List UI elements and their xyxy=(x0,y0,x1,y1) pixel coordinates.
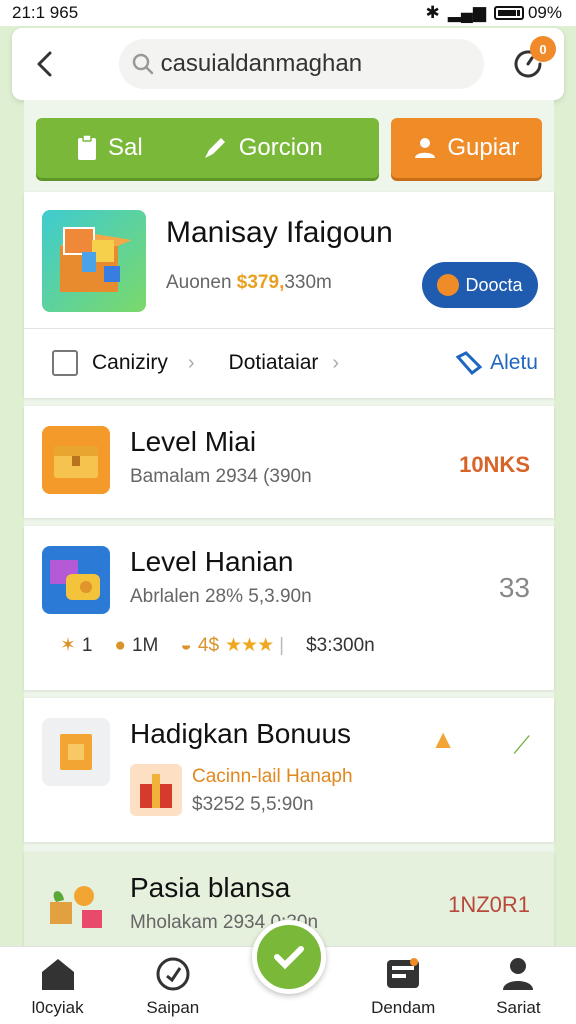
breadcrumb: Caniziry › Dotiataiar › Aletu xyxy=(52,338,538,388)
select-checkbox[interactable] xyxy=(52,350,78,376)
list-item-value: 1NZ0R1 xyxy=(448,892,530,917)
plants-gifts-icon xyxy=(42,872,110,940)
nav-home[interactable]: l0cyiak xyxy=(0,947,115,1024)
tag-icon xyxy=(456,351,483,375)
stat-stars: ✶ 1 xyxy=(60,634,93,657)
search-header: casuialdanmaghan 0 xyxy=(12,28,564,100)
battery-percent: 09% xyxy=(527,3,562,22)
alert-link[interactable]: Aletu xyxy=(456,351,538,375)
status-icons: ✱ ▂▄▆ 09% xyxy=(426,3,562,23)
feature-title: Manisay Ifaigoun xyxy=(166,216,393,249)
back-button[interactable] xyxy=(26,44,65,84)
chevron-right-icon: › xyxy=(187,351,195,374)
gift-icon xyxy=(130,764,182,816)
crumb-second[interactable]: Dotiataiar xyxy=(229,351,319,375)
main-content: Sal Gorcion Gupiar Manisay Ifaigoun Auon… xyxy=(24,100,554,946)
list-item-title: Level Hanian xyxy=(130,546,294,577)
game-box-icon xyxy=(42,210,146,312)
status-time: 21:1 965 xyxy=(12,3,79,22)
treasure-chest-icon xyxy=(42,426,110,494)
sal-cercion-button[interactable]: Sal Gorcion xyxy=(36,118,379,178)
pencil-icon xyxy=(204,138,225,158)
coin-icon xyxy=(437,274,460,296)
bonus-subtitle: Cacinn-lail Hanaph xyxy=(192,766,353,787)
search-input[interactable]: casuialdanmaghan xyxy=(118,39,484,89)
thumbs-up-icon[interactable]: ▲ xyxy=(430,724,456,755)
search-icon xyxy=(132,53,153,75)
list-item-title: Level Miai xyxy=(130,426,257,457)
sparkle-icon: ✶ xyxy=(60,635,76,656)
box-icon xyxy=(42,718,110,786)
refresh-button[interactable]: 0 xyxy=(506,36,556,86)
profile-icon xyxy=(503,958,534,990)
status-bar: 21:1 965 ✱ ▂▄▆ 09% xyxy=(0,0,576,26)
list-item-value: 33 xyxy=(498,572,530,603)
crumb-first[interactable]: Caniziry xyxy=(92,351,168,375)
feature-card[interactable]: Manisay Ifaigoun Auonen $379,330m Doocta… xyxy=(24,192,554,398)
burger-icon: ◒ xyxy=(180,634,192,656)
balloon-icon: ● xyxy=(114,634,126,656)
chevron-right-icon: › xyxy=(332,351,340,374)
check-icon xyxy=(274,946,304,970)
battery-icon xyxy=(493,6,524,20)
nav-dendam[interactable]: Dendam xyxy=(346,947,461,1024)
center-action-button[interactable] xyxy=(252,920,326,994)
clipboard-icon xyxy=(78,134,96,160)
cupiar-label: Gupiar xyxy=(447,134,520,161)
stats-row: ✶ 1 ● 1M ◒ 4$ ★★★ | $3:300n xyxy=(60,634,534,657)
compass-icon xyxy=(156,957,190,991)
cercion-label: Gorcion xyxy=(238,134,323,161)
user-icon xyxy=(415,138,436,158)
search-query: casuialdanmaghan xyxy=(160,50,363,77)
bonus-amount: $3252 5,5:90n xyxy=(192,794,314,815)
feature-subtitle: Auonen $379,330m xyxy=(166,272,332,293)
list-item-title: Pasia blansa xyxy=(130,872,291,903)
sprout-icon[interactable]: ⟋ xyxy=(513,732,530,760)
notification-badge: 0 xyxy=(530,36,556,62)
divider xyxy=(24,328,554,329)
nav-profile[interactable]: Sariat xyxy=(461,947,576,1024)
bonus-title: Hadigkan Bonuus xyxy=(130,718,352,749)
stat-rating: ◒ 4$ ★★★ | xyxy=(180,634,285,657)
cupiar-button[interactable]: Gupiar xyxy=(390,118,542,178)
action-row: Sal Gorcion Gupiar xyxy=(36,118,542,178)
list-item[interactable]: Level Hanian Abrlalen 28% 5,3.90n 33 ✶ 1… xyxy=(24,526,554,690)
stat-value: $3:300n xyxy=(306,634,375,656)
list-item-subtitle: Abrlalen 28% 5,3.90n xyxy=(130,586,312,607)
bluetooth-icon: ✱ xyxy=(425,3,440,22)
home-icon xyxy=(41,959,74,990)
list-item-value: 10NKS xyxy=(459,452,530,477)
list-item-subtitle: Bamalam 2934 (390n xyxy=(130,466,312,487)
signal-icon: ▂▄▆ xyxy=(447,3,486,22)
gift-pile-icon xyxy=(42,546,110,614)
doocta-button[interactable]: Doocta xyxy=(422,262,538,308)
cards-icon xyxy=(387,958,420,988)
chevron-left-icon xyxy=(37,51,52,77)
bonus-item[interactable]: Hadigkan Bonuus ▲ ⟋ Cacinn-lail Hanaph $… xyxy=(24,698,554,842)
nav-saipan[interactable]: Saipan xyxy=(115,947,230,1024)
sal-label: Sal xyxy=(108,134,143,161)
stat-coins: ● 1M xyxy=(114,634,159,656)
list-item[interactable]: Level Miai Bamalam 2934 (390n 10NKS xyxy=(24,406,554,518)
